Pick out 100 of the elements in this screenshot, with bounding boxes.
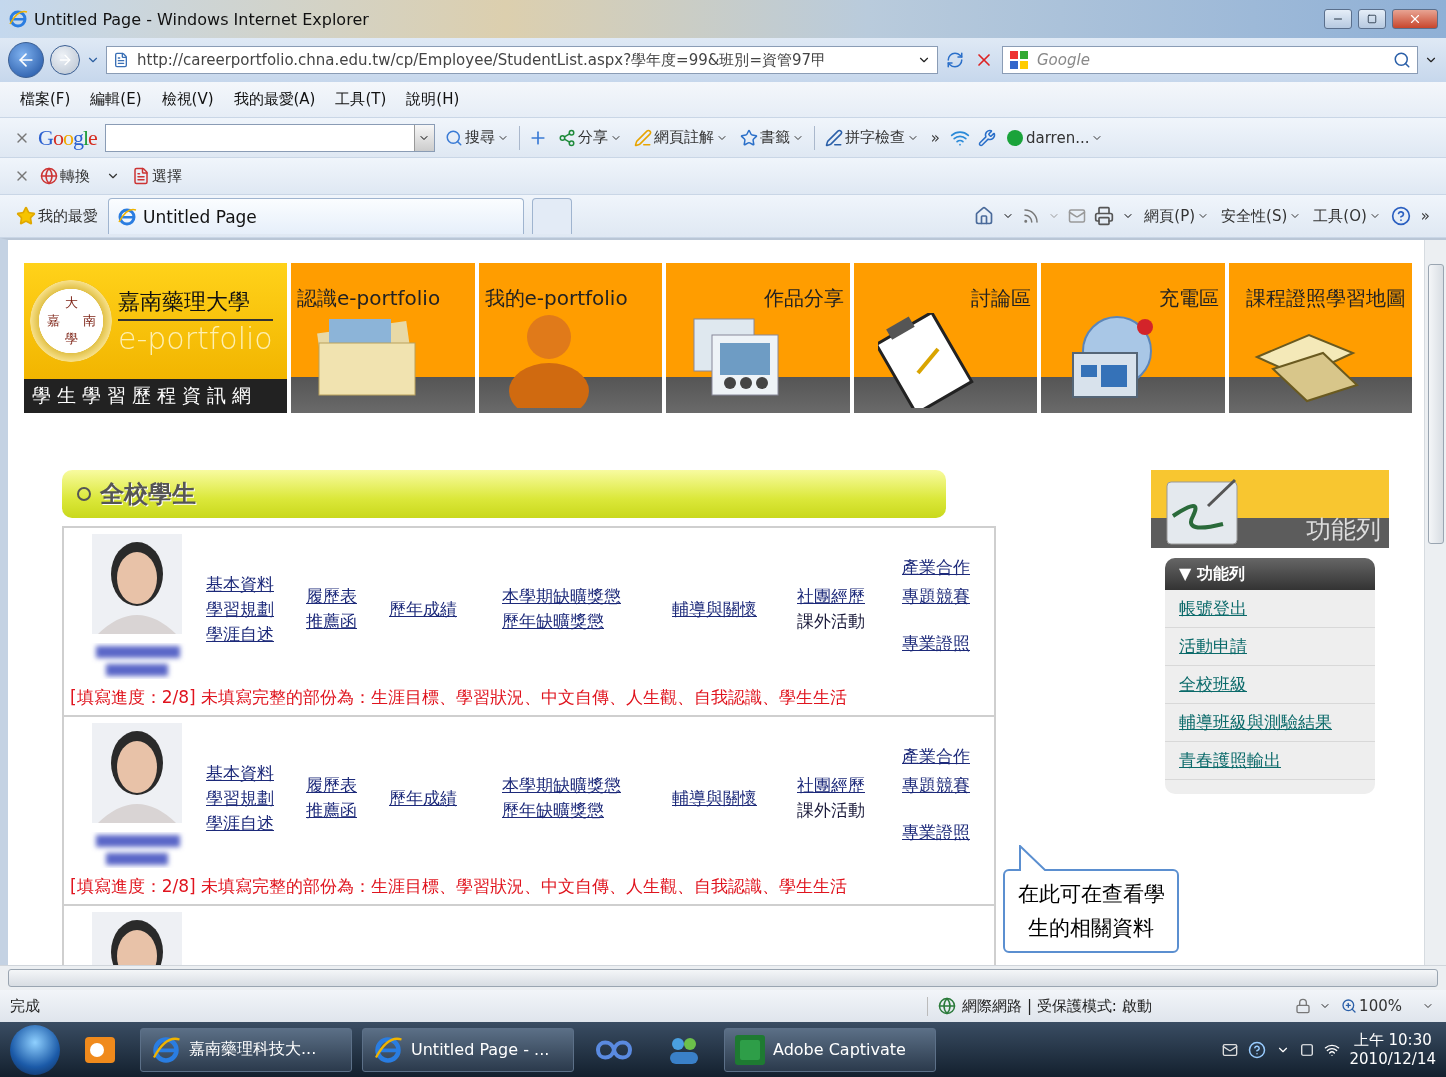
search-icon[interactable] — [1393, 51, 1411, 69]
menu-item[interactable]: 我的最愛(A) — [225, 88, 324, 111]
command-menu[interactable]: 安全性(S) — [1219, 204, 1304, 228]
link[interactable]: 社團經歷 — [797, 584, 865, 609]
nav-tab[interactable]: 認識e-portfolio — [291, 263, 475, 413]
toolbar-button[interactable]: 選擇 — [130, 164, 184, 188]
more-button[interactable]: » — [1418, 205, 1432, 227]
link[interactable]: 專題競賽 — [902, 772, 970, 798]
link[interactable]: 歷年成績 — [389, 596, 457, 622]
link[interactable]: 本學期缺曠獎懲 — [502, 584, 621, 609]
link[interactable]: 產業合作 — [902, 743, 970, 769]
link[interactable]: 專題競賽 — [902, 583, 970, 609]
link[interactable]: 輔導與關懷 — [672, 785, 757, 811]
clock[interactable]: 上午 10:30 2010/12/14 — [1349, 1031, 1436, 1068]
maximize-button[interactable] — [1358, 9, 1386, 29]
link[interactable]: 履歷表 — [306, 584, 357, 609]
lock-icon[interactable] — [1295, 998, 1312, 1014]
link[interactable]: 產業合作 — [902, 554, 970, 580]
printer-icon[interactable] — [1094, 206, 1115, 226]
toolbar-button[interactable]: 網頁註解 — [631, 126, 730, 149]
menu-item[interactable]: 編輯(E) — [82, 88, 150, 111]
link[interactable]: 歷年成績 — [389, 785, 457, 811]
link[interactable]: 專業證照 — [902, 819, 970, 845]
search-field[interactable] — [104, 123, 435, 152]
home-icon[interactable] — [974, 206, 995, 226]
toolbar-button[interactable]: 書籤 — [737, 126, 806, 149]
address-field[interactable]: http://careerportfolio.chna.edu.tw/cp/Employee/StudentList.aspx?學年度=99&班別=資管97甲 — [106, 46, 938, 74]
mail-icon[interactable] — [1068, 207, 1087, 225]
page-icon — [113, 52, 129, 68]
link[interactable]: 本學期缺曠獎懲 — [502, 773, 621, 798]
taskbar-button[interactable]: Untitled Page - ... — [362, 1027, 574, 1072]
nav-tab[interactable]: 充電區 — [1041, 263, 1225, 413]
toolbar-button[interactable]: 拼字檢查 — [822, 126, 921, 149]
link[interactable]: 學涯自述 — [206, 810, 274, 836]
browser-tab[interactable]: Untitled Page — [108, 198, 524, 234]
favorites-button[interactable]: 我的最愛 — [14, 204, 100, 228]
link[interactable]: 社團經歷 — [797, 773, 865, 798]
link[interactable]: 專業證照 — [902, 630, 970, 656]
nav-tab[interactable]: 我的e-portfolio — [478, 263, 662, 413]
search-field[interactable]: Google — [1002, 46, 1418, 74]
help-icon[interactable] — [1390, 206, 1411, 226]
link[interactable]: 基本資料 — [206, 760, 274, 786]
link[interactable]: 推薦函 — [306, 609, 357, 634]
pen-icon — [633, 128, 652, 147]
nav-tab[interactable]: 課程證照學習地圖 — [1228, 263, 1412, 413]
feed-icon[interactable] — [1022, 207, 1041, 225]
link[interactable]: 歷年缺曠獎懲 — [502, 798, 604, 823]
vertical-scrollbar[interactable] — [1424, 240, 1446, 965]
sidebar-link[interactable]: 活動申請 — [1165, 628, 1375, 666]
link[interactable]: 學習規劃 — [206, 596, 274, 622]
toolbar-button[interactable]: 搜尋 — [442, 126, 511, 149]
status-dot-icon — [1005, 128, 1024, 147]
slides-icon — [693, 318, 779, 396]
command-menu[interactable]: 工具(O) — [1311, 204, 1383, 228]
sidebar-link[interactable]: 帳號登出 — [1165, 590, 1375, 628]
site-tagline: 學生學習歷程資訊網 — [24, 379, 287, 413]
progress-note: [填寫進度：2/8] 未填寫完整的部份為：生涯目標、學習狀況、中文自傳、人生觀、自我認識、學生生活 — [70, 686, 849, 709]
taskbar-button[interactable]: 嘉南藥理科技大... — [140, 1027, 352, 1072]
link[interactable]: 基本資料 — [206, 571, 274, 597]
search-icon — [444, 128, 463, 147]
command-menu[interactable]: 網頁(P) — [1142, 204, 1212, 228]
search-input[interactable]: Google — [1035, 50, 1387, 70]
menu-item[interactable]: 檢視(V) — [153, 88, 222, 111]
sidebar-link[interactable]: 青春護照輸出 — [1165, 742, 1375, 780]
sidebar-link[interactable]: 全校班級 — [1165, 666, 1375, 704]
minimize-button[interactable] — [1324, 9, 1352, 29]
toolbar-button[interactable]: 轉換 — [38, 164, 122, 188]
wrench-icon[interactable] — [977, 128, 996, 147]
forward-button[interactable] — [50, 45, 80, 75]
taskbar-button[interactable]: Adobe Captivate — [724, 1027, 936, 1072]
menu-item[interactable]: 說明(H) — [398, 88, 468, 111]
nav-tab[interactable]: 作品分享 — [666, 263, 850, 413]
security-zone: 網際網路 | 受保護模式: 啟動 — [962, 996, 1152, 1016]
tray-icon[interactable] — [1221, 1041, 1238, 1058]
link[interactable]: 輔導與關懷 — [672, 596, 757, 622]
start-button[interactable] — [10, 1024, 60, 1075]
sidebar-link[interactable]: 輔導班級與測驗結果 — [1165, 704, 1375, 742]
link[interactable]: 推薦函 — [306, 798, 357, 823]
menu-item[interactable]: 檔案(F) — [12, 88, 79, 111]
globe-icon — [1072, 316, 1153, 398]
link[interactable]: 學習規劃 — [206, 785, 274, 811]
menu-title: ▼ 功能列 — [1165, 558, 1375, 590]
school-name: 嘉南藥理大學 — [118, 286, 273, 321]
toolbar-button[interactable]: darren... — [1003, 126, 1106, 149]
link[interactable]: 學涯自述 — [206, 621, 274, 647]
zoom-icon — [1341, 998, 1358, 1014]
zoom-button[interactable]: 100% — [1339, 995, 1436, 1017]
menu-item[interactable]: 工具(T) — [327, 88, 395, 111]
toolbar-button[interactable]: 分享 — [555, 126, 624, 149]
text-link[interactable]: 課外活動 — [797, 609, 865, 634]
link[interactable]: 歷年缺曠獎懲 — [502, 609, 604, 634]
text-link[interactable]: 課外活動 — [797, 798, 865, 823]
close-button[interactable] — [1392, 9, 1438, 29]
horizontal-scrollbar[interactable] — [0, 965, 1446, 990]
toolbar-button[interactable]: » — [928, 126, 942, 149]
tray-icon[interactable] — [1299, 1042, 1314, 1057]
help-icon[interactable] — [1247, 1040, 1266, 1059]
nav-tab[interactable]: 討論區 — [853, 263, 1037, 413]
back-button[interactable] — [8, 42, 44, 78]
link[interactable]: 履歷表 — [306, 773, 357, 798]
